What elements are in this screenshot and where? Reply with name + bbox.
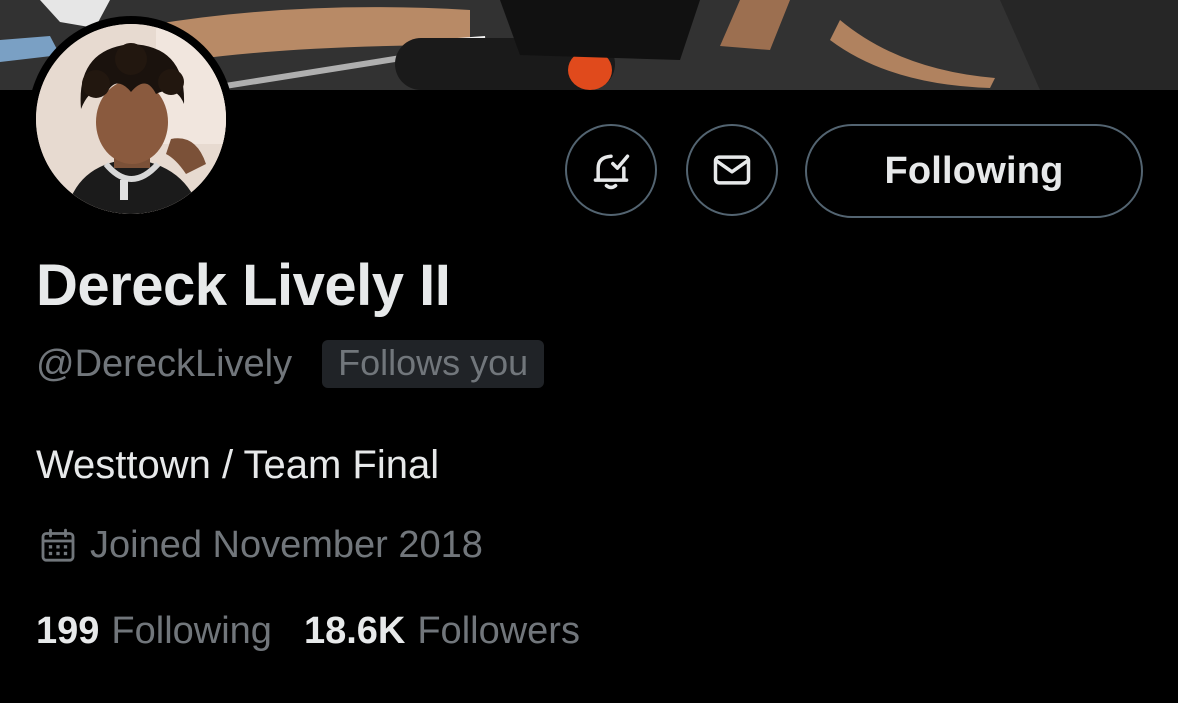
display-name: Dereck Lively II <box>36 253 451 318</box>
follow-stats: 199 Following 18.6K Followers <box>36 610 580 653</box>
notifications-button[interactable] <box>565 124 657 216</box>
message-button[interactable] <box>686 124 778 216</box>
envelope-icon <box>713 155 751 185</box>
following-button[interactable]: Following <box>805 124 1143 218</box>
handle-row: @DereckLively Follows you <box>36 340 545 388</box>
bell-check-icon <box>593 154 630 190</box>
followers-stat[interactable]: 18.6K Followers <box>304 610 580 653</box>
avatar[interactable] <box>28 16 234 222</box>
profile-bio: Westtown / Team Final <box>36 443 440 487</box>
user-handle: @DereckLively <box>36 342 293 385</box>
follows-you-badge: Follows you <box>322 340 545 388</box>
following-stat[interactable]: 199 Following <box>36 610 272 653</box>
followers-label: Followers <box>417 610 580 652</box>
following-count: 199 <box>36 610 100 652</box>
joined-text: Joined November 2018 <box>90 524 483 566</box>
joined-date: Joined November 2018 <box>38 524 483 567</box>
calendar-icon <box>41 528 75 562</box>
profile-page: Following Dereck Lively II @DereckLively… <box>0 0 1178 703</box>
followers-count: 18.6K <box>303 610 406 652</box>
avatar-photo <box>36 24 226 214</box>
following-label: Following <box>111 610 272 652</box>
